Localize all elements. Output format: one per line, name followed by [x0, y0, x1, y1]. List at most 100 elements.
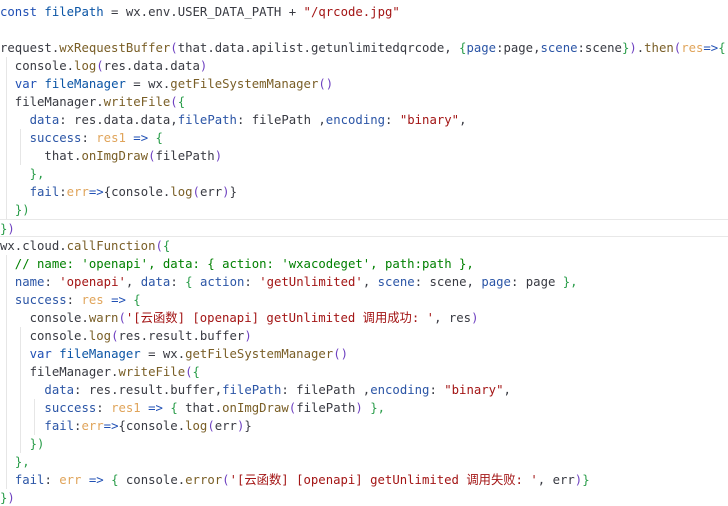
code-token: : filePath , — [281, 383, 371, 397]
code-token: writeFile — [103, 95, 171, 109]
code-token: ) — [222, 185, 230, 199]
code-token: : — [44, 473, 60, 487]
code-line[interactable]: }) — [0, 201, 728, 219]
code-token: ( — [185, 365, 193, 379]
code-token: }) — [14, 203, 30, 217]
code-token: wxRequestBuffer — [59, 41, 171, 55]
indent-guide — [34, 399, 35, 435]
code-token: "binary" — [444, 383, 504, 397]
indent-guide — [6, 57, 7, 219]
code-token: scene — [540, 41, 578, 55]
code-token: { — [133, 293, 141, 307]
code-line[interactable]: that.onImgDraw(filePath) — [0, 147, 728, 165]
code-token: res — [81, 293, 104, 307]
code-token: encoding — [325, 113, 386, 127]
code-line[interactable]: }) — [0, 435, 728, 453]
code-token: => — [148, 401, 163, 415]
code-token: res.result.buffer — [118, 329, 245, 343]
code-line[interactable]: data: res.result.buffer,filePath: filePa… — [0, 381, 728, 399]
code-line[interactable]: success: res => { — [0, 291, 728, 309]
code-token: :scene — [577, 41, 622, 55]
code-token: => — [103, 419, 119, 433]
code-line[interactable]: wx.cloud.callFunction({ — [0, 237, 728, 255]
code-token: { — [170, 401, 178, 415]
code-token: ( — [207, 419, 215, 433]
code-token: ( — [155, 239, 163, 253]
code-line[interactable]: console.log(res.result.buffer) — [0, 327, 728, 345]
code-token: :page, — [496, 41, 541, 55]
code-line[interactable]: success: res1 => { — [0, 129, 728, 147]
code-token: console. — [0, 329, 89, 343]
code-token: }, — [29, 167, 45, 181]
code-token: onImgDraw — [222, 401, 289, 415]
code-token: : scene, — [414, 275, 482, 289]
code-token: : — [59, 185, 67, 199]
code-line[interactable]: // name: 'openapi', data: { action: 'wxa… — [0, 255, 728, 273]
code-line[interactable]: console.log(res.data.data) — [0, 57, 728, 75]
code-token: page — [466, 41, 497, 55]
code-line[interactable]: }, — [0, 165, 728, 183]
code-line[interactable]: fileManager.writeFile({ — [0, 363, 728, 381]
code-line[interactable]: const filePath = wx.env.USER_DATA_PATH +… — [0, 3, 728, 21]
code-token: const — [0, 5, 45, 19]
code-token: success — [29, 131, 82, 145]
code-line[interactable]: fail: err => { console.error('[云函数] [ope… — [0, 471, 728, 489]
code-token: } — [229, 185, 237, 199]
code-line[interactable]: fileManager.writeFile({ — [0, 93, 728, 111]
code-line[interactable]: name: 'openapi', data: { action: 'getUnl… — [0, 273, 728, 291]
code-token: fail — [14, 473, 45, 487]
code-token: var — [29, 347, 60, 361]
code-token: { — [111, 473, 119, 487]
code-token: res1 — [96, 131, 126, 145]
code-token: ( — [170, 41, 178, 55]
code-token: log — [185, 419, 208, 433]
code-token: {console. — [103, 185, 171, 199]
code-token: writeFile — [118, 365, 186, 379]
code-token: , res — [434, 311, 472, 325]
code-line[interactable]: var fileManager = wx.getFileSystemManage… — [0, 75, 728, 93]
code-token: => — [703, 41, 719, 55]
code-line[interactable]: fail:err=>{console.log(err)} — [0, 417, 728, 435]
code-line[interactable]: fail:err=>{console.log(err)} — [0, 183, 728, 201]
code-token: err — [81, 419, 104, 433]
code-token: "binary" — [399, 113, 460, 127]
code-line[interactable] — [0, 21, 728, 39]
code-token: , — [459, 113, 467, 127]
code-token: // name: 'openapi', data: { action: 'wxa… — [0, 257, 474, 271]
code-token: { — [162, 239, 171, 253]
code-token: scene — [377, 275, 415, 289]
code-line[interactable]: request.wxRequestBuffer(that.data.apilis… — [0, 39, 728, 57]
code-token: } — [244, 419, 252, 433]
code-token: : — [96, 401, 112, 415]
code-line[interactable]: success: res1 => { that.onImgDraw(filePa… — [0, 399, 728, 417]
code-token: success — [14, 293, 67, 307]
code-token: then — [644, 41, 674, 55]
code-line[interactable]: }) — [0, 219, 728, 237]
code-token: log — [74, 59, 97, 73]
code-line[interactable]: console.warn('[云函数] [openapi] getUnlimit… — [0, 309, 728, 327]
code-token: ) — [214, 149, 223, 163]
code-token: ) — [471, 311, 479, 325]
code-token: data — [44, 383, 75, 397]
code-token: request. — [0, 41, 60, 55]
code-line[interactable]: }) — [0, 489, 728, 506]
code-token: "/qrcode.jpg" — [303, 5, 400, 19]
code-line[interactable]: data: res.data.data,filePath: filePath ,… — [0, 111, 728, 129]
code-token: { — [177, 95, 186, 109]
code-editor[interactable]: const filePath = wx.env.USER_DATA_PATH +… — [0, 0, 728, 506]
code-token: ) — [355, 401, 363, 415]
code-line[interactable]: }, — [0, 453, 728, 471]
code-token: that.data.apilist.getunlimitedqrcode, — [177, 41, 460, 55]
code-token: error — [185, 473, 223, 487]
code-line[interactable]: var fileManager = wx.getFileSystemManage… — [0, 345, 728, 363]
code-token: data — [140, 275, 171, 289]
code-token: {console. — [118, 419, 186, 433]
code-token: , err — [537, 473, 575, 487]
code-token: { — [185, 275, 193, 289]
